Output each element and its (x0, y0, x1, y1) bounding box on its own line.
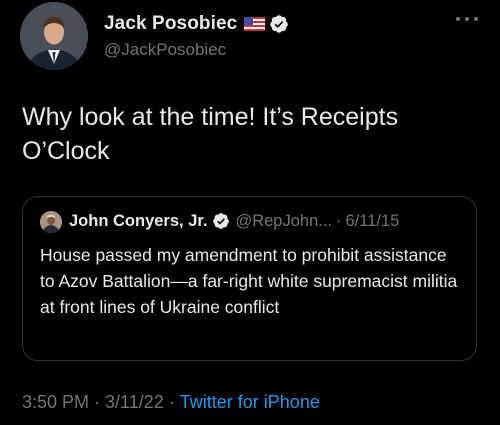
tweet-footer: 3:50 PM · 3/11/22 · Twitter for iPhone (22, 392, 320, 413)
separator-dot: · (94, 392, 101, 412)
quoted-tweet-header: John Conyers, Jr. @RepJohn... · 6/11/15 (69, 209, 399, 233)
quoted-tweet-card[interactable]: John Conyers, Jr. @RepJohn... · 6/11/15 … (22, 196, 477, 361)
tweet-text: Why look at the time! It’s Receipts O’Cl… (22, 100, 482, 168)
separator-dot: · (168, 392, 175, 412)
separator-dot: · (336, 211, 342, 230)
author-avatar[interactable] (20, 2, 88, 70)
author-handle[interactable]: @JackPosobiec (104, 40, 289, 60)
quoted-author-avatar (40, 211, 62, 233)
tweet-time[interactable]: 3:50 PM (22, 392, 89, 413)
tweet-date[interactable]: 3/11/22 (105, 392, 164, 413)
quoted-author-name: John Conyers, Jr. (69, 211, 208, 230)
tweet-source-link[interactable]: Twitter for iPhone (180, 392, 320, 413)
tweet: Jack Posobiec @JackPosobiec Why look at … (0, 0, 500, 425)
quoted-author-handle: @RepJohn... (235, 211, 333, 230)
verified-badge-icon (269, 14, 289, 34)
quoted-tweet-date: 6/11/15 (345, 211, 400, 230)
tweet-text-line-1: Why look at the time! It’s Receipts (22, 103, 399, 131)
more-options-icon[interactable] (456, 14, 478, 24)
verified-badge-icon (212, 212, 230, 230)
us-flag-icon (244, 17, 266, 31)
author-info: Jack Posobiec @JackPosobiec (104, 12, 289, 60)
quoted-tweet-text: House passed my amendment to prohibit as… (40, 245, 458, 317)
tweet-text-line-2: O’Clock (22, 137, 110, 165)
author-display-name[interactable]: Jack Posobiec (104, 13, 237, 35)
